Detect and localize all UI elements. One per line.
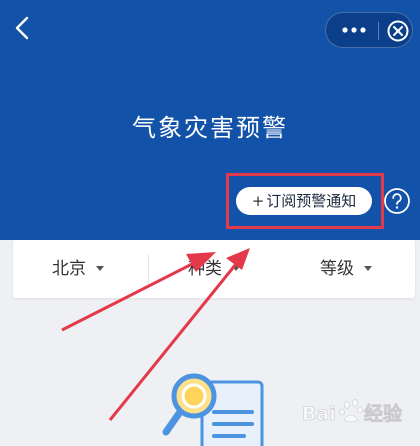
empty-search-illustration xyxy=(162,373,264,446)
header-bar: 气象灾害预警 + 订阅预警通知 xyxy=(0,0,420,240)
caret-down-icon xyxy=(232,265,240,271)
annotation-highlight-box xyxy=(226,173,384,229)
caret-down-icon xyxy=(364,265,372,271)
capsule-divider xyxy=(378,22,379,40)
baidu-jingyan-watermark: Bai 经验 xyxy=(302,399,403,425)
circle-close-icon[interactable] xyxy=(386,19,410,43)
filter-bar: 北京 种类 等级 xyxy=(13,240,415,298)
filter-divider xyxy=(148,254,149,284)
caret-down-icon xyxy=(96,265,104,271)
chevron-left-icon[interactable] xyxy=(6,10,40,46)
mini-program-capsule xyxy=(325,12,413,48)
filter-level-label: 等级 xyxy=(320,259,354,279)
filter-region-dropdown[interactable]: 北京 xyxy=(52,240,104,298)
filter-region-label: 北京 xyxy=(52,259,86,279)
svg-text:经验: 经验 xyxy=(364,402,403,425)
page-title: 气象灾害预警 xyxy=(132,114,288,142)
svg-text:Bai: Bai xyxy=(302,403,336,425)
more-dots-icon[interactable] xyxy=(336,19,372,41)
filter-type-dropdown[interactable]: 种类 xyxy=(188,240,240,298)
filter-type-label: 种类 xyxy=(188,259,222,279)
question-circle-icon[interactable] xyxy=(383,187,411,215)
filter-level-dropdown[interactable]: 等级 xyxy=(320,240,372,298)
